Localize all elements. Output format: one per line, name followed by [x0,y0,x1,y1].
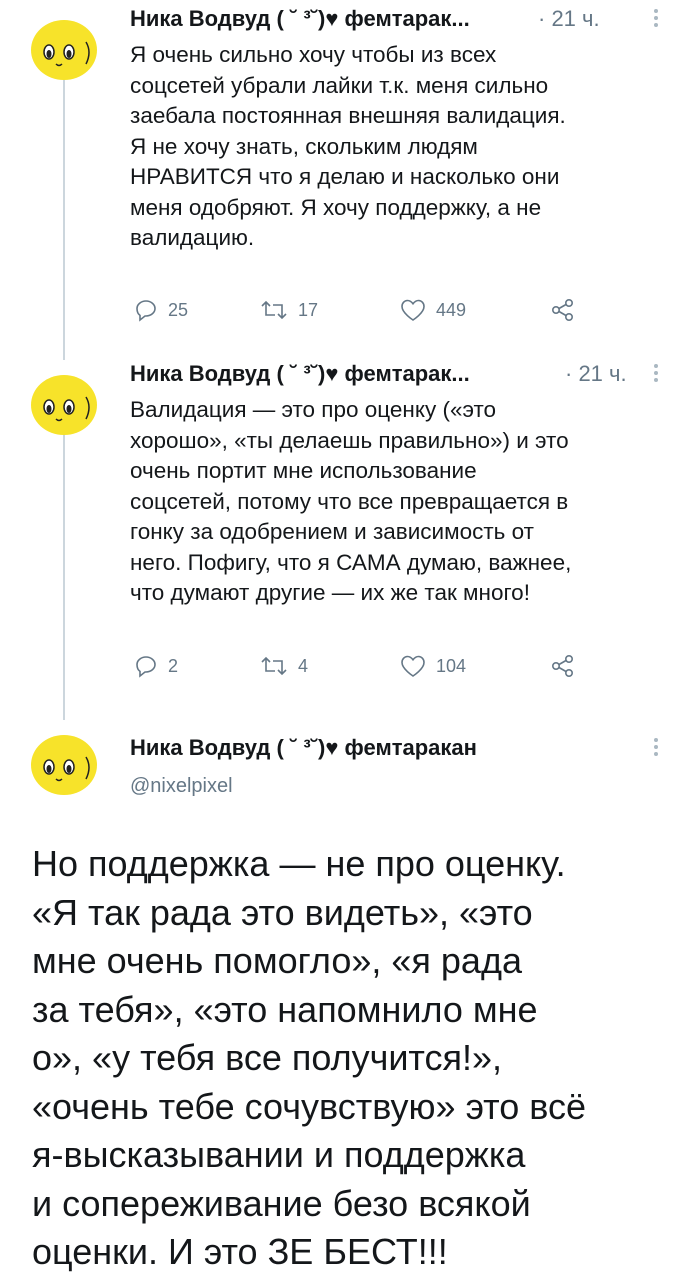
reply-icon [136,300,156,322]
retweet-count: 17 [298,299,319,320]
reply-button[interactable]: 25 [134,294,188,326]
tweet-text: Я очень сильно хочу чтобы из всех соцсет… [130,42,566,250]
tweet-actions: 25 17 449 [130,294,580,326]
retweet-icon [261,656,287,676]
author-name[interactable]: Ника Водвуд ( ˘ ³˘)♥ фемтарак... [130,361,470,387]
retweet-icon [261,300,287,320]
more-icon[interactable] [653,361,659,387]
tweet-text: Валидация — это про оценку («это хорошо»… [130,397,572,605]
retweet-button[interactable]: 17 [260,294,318,326]
share-icon [551,298,574,322]
retweet-count: 4 [298,655,309,676]
avatar[interactable] [28,367,100,439]
author-name[interactable]: Ника Водвуд ( ˘ ³˘)♥ фемтарак... [130,6,470,32]
reply-count: 2 [168,655,179,676]
more-icon[interactable] [653,6,659,32]
avatar[interactable] [28,727,100,799]
retweet-button[interactable]: 4 [260,650,308,682]
timestamp[interactable]: · 21 ч. [565,361,627,387]
reply-count: 25 [168,299,189,320]
tweet[interactable]: Ника Водвуд ( ˘ ³˘)♥ фемтарак... · 21 ч.… [0,0,691,350]
avatar[interactable] [28,12,100,84]
like-count: 104 [436,655,467,676]
share-button[interactable] [550,294,576,326]
tweet-header: Ника Водвуд ( ˘ ³˘)♥ фемтаракан [130,735,659,775]
main-tweet-text: Но поддержка — не про оценку. «Я так рад… [32,843,586,1272]
share-icon [551,654,574,678]
author-name[interactable]: Ника Водвуд ( ˘ ³˘)♥ фемтаракан [130,735,477,761]
like-button[interactable]: 449 [400,294,466,326]
tweet[interactable]: Ника Водвуд ( ˘ ³˘)♥ фемтарак... · 21 ч.… [0,355,691,715]
like-button[interactable]: 104 [400,650,466,682]
timestamp[interactable]: · 21 ч. [538,6,600,32]
more-icon[interactable] [653,735,659,761]
share-button[interactable] [550,650,576,682]
reply-icon [136,656,156,678]
reply-button[interactable]: 2 [134,650,178,682]
like-icon [401,299,425,321]
tweet-actions: 2 4 104 [130,650,580,682]
like-count: 449 [436,299,467,320]
like-icon [401,655,425,677]
author-handle[interactable]: @nixelpixel [130,775,233,798]
